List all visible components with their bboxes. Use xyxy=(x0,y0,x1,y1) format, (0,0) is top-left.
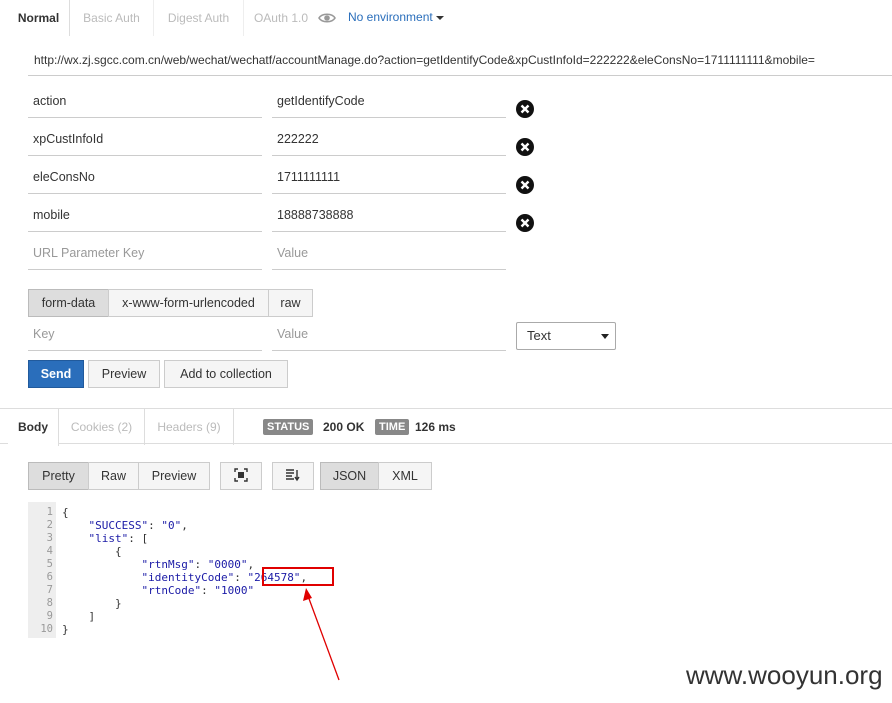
watermark: www.wooyun.org xyxy=(686,660,883,690)
annotation-arrow xyxy=(303,588,340,681)
